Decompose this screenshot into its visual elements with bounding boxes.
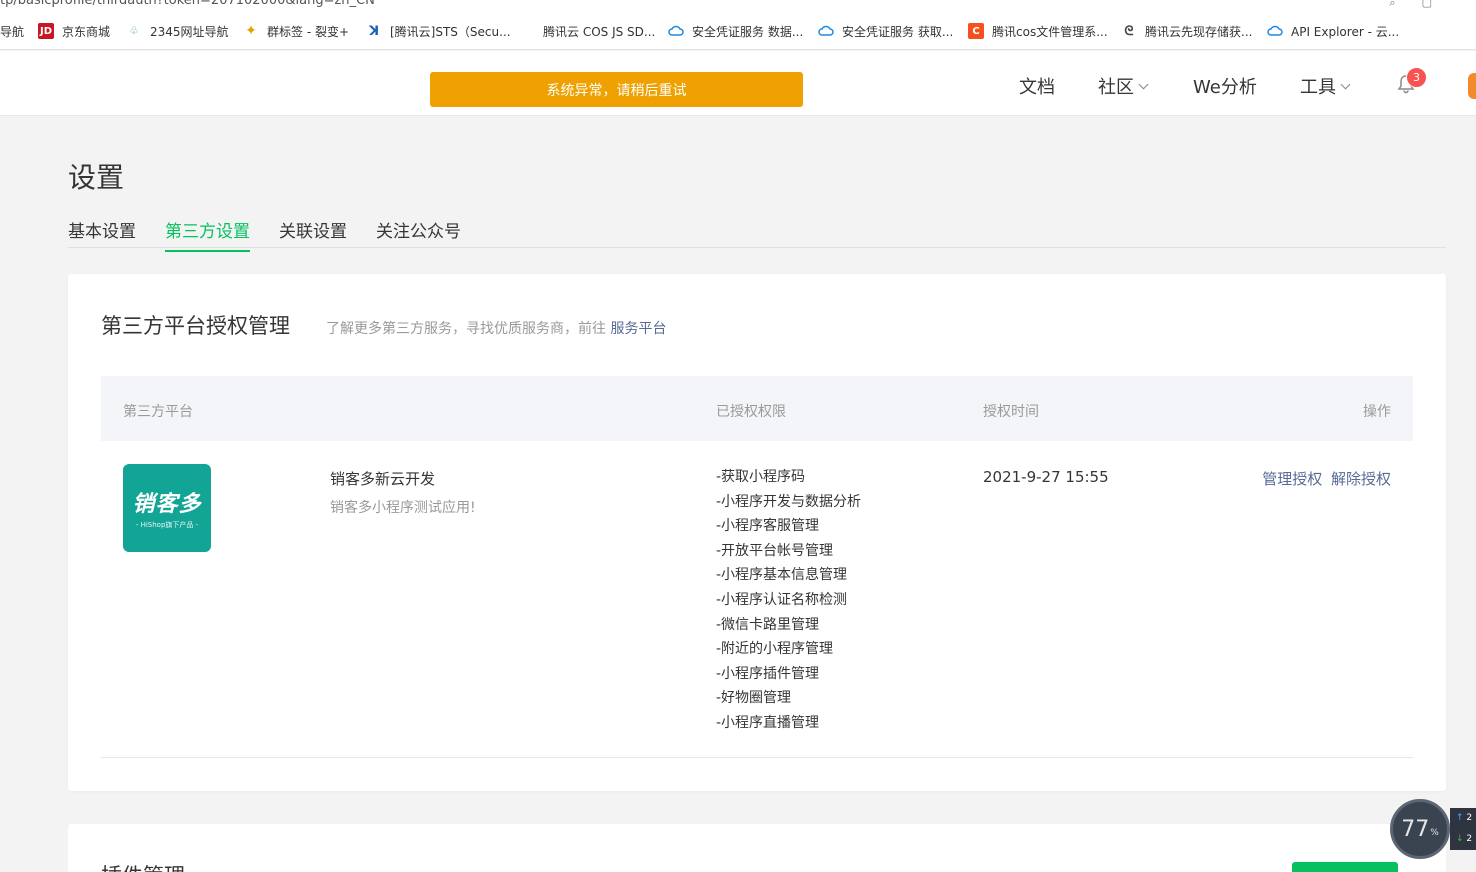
bookmark-sts-data[interactable]: 安全凭证服务 数据... [668, 22, 803, 40]
nav-tools[interactable]: 工具 [1300, 73, 1351, 99]
permission-item: -小程序认证名称检测 [716, 591, 848, 608]
cloud-icon [668, 23, 684, 39]
row-actions: 管理授权 解除授权 [1258, 468, 1391, 489]
permission-item: -好物圈管理 [716, 690, 792, 707]
bookmark-tencent-storage[interactable]: ᘓ 腾讯云先现存储获... [1121, 22, 1252, 40]
plugin-management-card: 插件管理 [68, 824, 1446, 872]
page-title: 设置 [68, 161, 125, 194]
table-row: 销客多 - HiShop旗下产品 - 销客多新云开发 销客多小程序测试应用! -… [101, 441, 1413, 758]
url-text: tp/basicprofile/thirdauth?token=20710200… [0, 0, 375, 8]
third-party-auth-card: 第三方平台授权管理 了解更多第三方服务，寻找优质服务商，前往 服务平台 第三方平… [68, 274, 1446, 791]
c-icon: C [968, 23, 984, 39]
chevron-down-icon [1138, 79, 1149, 89]
swirl-icon: ᘓ [1124, 23, 1134, 39]
column-header-permissions: 已授权权限 [716, 404, 786, 420]
permission-item: -小程序开发与数据分析 [716, 493, 862, 510]
error-alert: 系统异常，请稍后重试 [430, 72, 803, 107]
bookmark-jd[interactable]: JD 京东商城 [38, 22, 110, 40]
cloud-icon [818, 23, 834, 39]
address-bar[interactable]: tp/basicprofile/thirdauth?token=20710200… [0, 0, 1476, 12]
download-rate: ↓ 2 [1456, 834, 1473, 844]
arrow-down-icon: ↓ [1456, 834, 1464, 844]
column-header-platform: 第三方平台 [123, 404, 193, 420]
tab-basic-settings[interactable]: 基本设置 [68, 217, 136, 250]
speed-meter-side: ↑ 2 ↓ 2 [1450, 808, 1476, 850]
app-logo: 销客多 - HiShop旗下产品 - [123, 464, 211, 552]
permission-item: -获取小程序码 [716, 469, 806, 485]
k-icon: ꓘ [368, 23, 380, 39]
speed-meter[interactable]: 77% [1390, 799, 1450, 859]
manage-auth-link[interactable]: 管理授权 [1262, 470, 1322, 488]
table-header: 第三方平台 已授权权限 授权时间 操作 [101, 376, 1413, 441]
nav-community[interactable]: 社区 [1098, 73, 1149, 99]
arrow-up-icon: ↑ [1456, 813, 1464, 823]
notification-badge: 3 [1406, 67, 1427, 88]
plugin-card-title: 插件管理 [101, 860, 185, 872]
cloud-icon [1267, 23, 1283, 39]
address-bar-icons: ⌕▢ [1389, 0, 1458, 10]
tab-follow-official-account[interactable]: 关注公众号 [376, 217, 461, 250]
sparkle-icon: ✦ [245, 23, 257, 39]
bookmark-nav[interactable]: 导航 [0, 22, 24, 40]
card-description: 了解更多第三方服务，寻找优质服务商，前往 服务平台 [326, 321, 667, 337]
search-icon[interactable]: ⌕ [1389, 0, 1421, 9]
chevron-down-icon [1340, 79, 1351, 89]
column-header-auth-time: 授权时间 [983, 404, 1039, 420]
nav-we-analysis[interactable]: We分析 [1193, 73, 1257, 99]
service-platform-link[interactable]: 服务平台 [610, 321, 666, 337]
top-navigation: 系统异常，请稍后重试 文档 社区 We分析 工具 3 [0, 51, 1476, 116]
tab-third-party-settings[interactable]: 第三方设置 [165, 217, 250, 252]
plugin-action-button[interactable] [1292, 862, 1398, 872]
card-title: 第三方平台授权管理 [101, 314, 290, 338]
tab-linked-settings[interactable]: 关联设置 [279, 217, 347, 250]
2345-icon: ♧ [129, 25, 139, 37]
bookmark-qunbiaoqian[interactable]: ✦ 群标签 - 裂变+ [243, 22, 349, 40]
permission-item: -附近的小程序管理 [716, 641, 834, 658]
permission-item: -开放平台帐号管理 [716, 542, 834, 559]
settings-tabs: 基本设置 第三方设置 关联设置 关注公众号 [68, 214, 1446, 252]
bookmark-tencent-sts[interactable]: ꓘ [腾讯云]STS（Secu... [366, 22, 511, 40]
bookmark-sts-get[interactable]: 安全凭证服务 获取... [818, 22, 953, 40]
permission-item: -小程序基本信息管理 [716, 567, 848, 584]
window-icon[interactable]: ▢ [1422, 0, 1458, 9]
bookmark-2345[interactable]: ♧ 2345网址导航 [126, 22, 229, 40]
permission-item: -小程序客服管理 [716, 518, 820, 535]
app-name: 销客多新云开发 [330, 470, 436, 488]
permission-list: -获取小程序码 -小程序开发与数据分析 -小程序客服管理 -开放平台帐号管理 -… [716, 465, 861, 736]
bookmarks-bar: 导航 JD 京东商城 ♧ 2345网址导航 ✦ 群标签 - 裂变+ ꓘ [腾讯云… [0, 12, 1476, 50]
permission-item: -小程序直播管理 [716, 714, 820, 731]
app-description: 销客多小程序测试应用! [330, 500, 476, 516]
bookmark-api-explorer[interactable]: API Explorer - 云... [1267, 22, 1399, 40]
bookmark-cos-js[interactable]: 腾讯云 COS JS SD... [543, 22, 655, 40]
permission-item: -小程序插件管理 [716, 665, 820, 682]
avatar[interactable] [1468, 73, 1476, 99]
nav-docs[interactable]: 文档 [1019, 73, 1055, 99]
jd-icon: JD [38, 23, 54, 39]
bookmark-cos-manager[interactable]: C 腾讯cos文件管理系... [968, 22, 1108, 40]
upload-rate: ↑ 2 [1456, 813, 1473, 823]
column-header-actions: 操作 [1363, 404, 1391, 420]
auth-time: 2021-9-27 15:55 [983, 468, 1109, 486]
permission-item: -微信卡路里管理 [716, 616, 820, 633]
revoke-auth-link[interactable]: 解除授权 [1331, 470, 1391, 488]
